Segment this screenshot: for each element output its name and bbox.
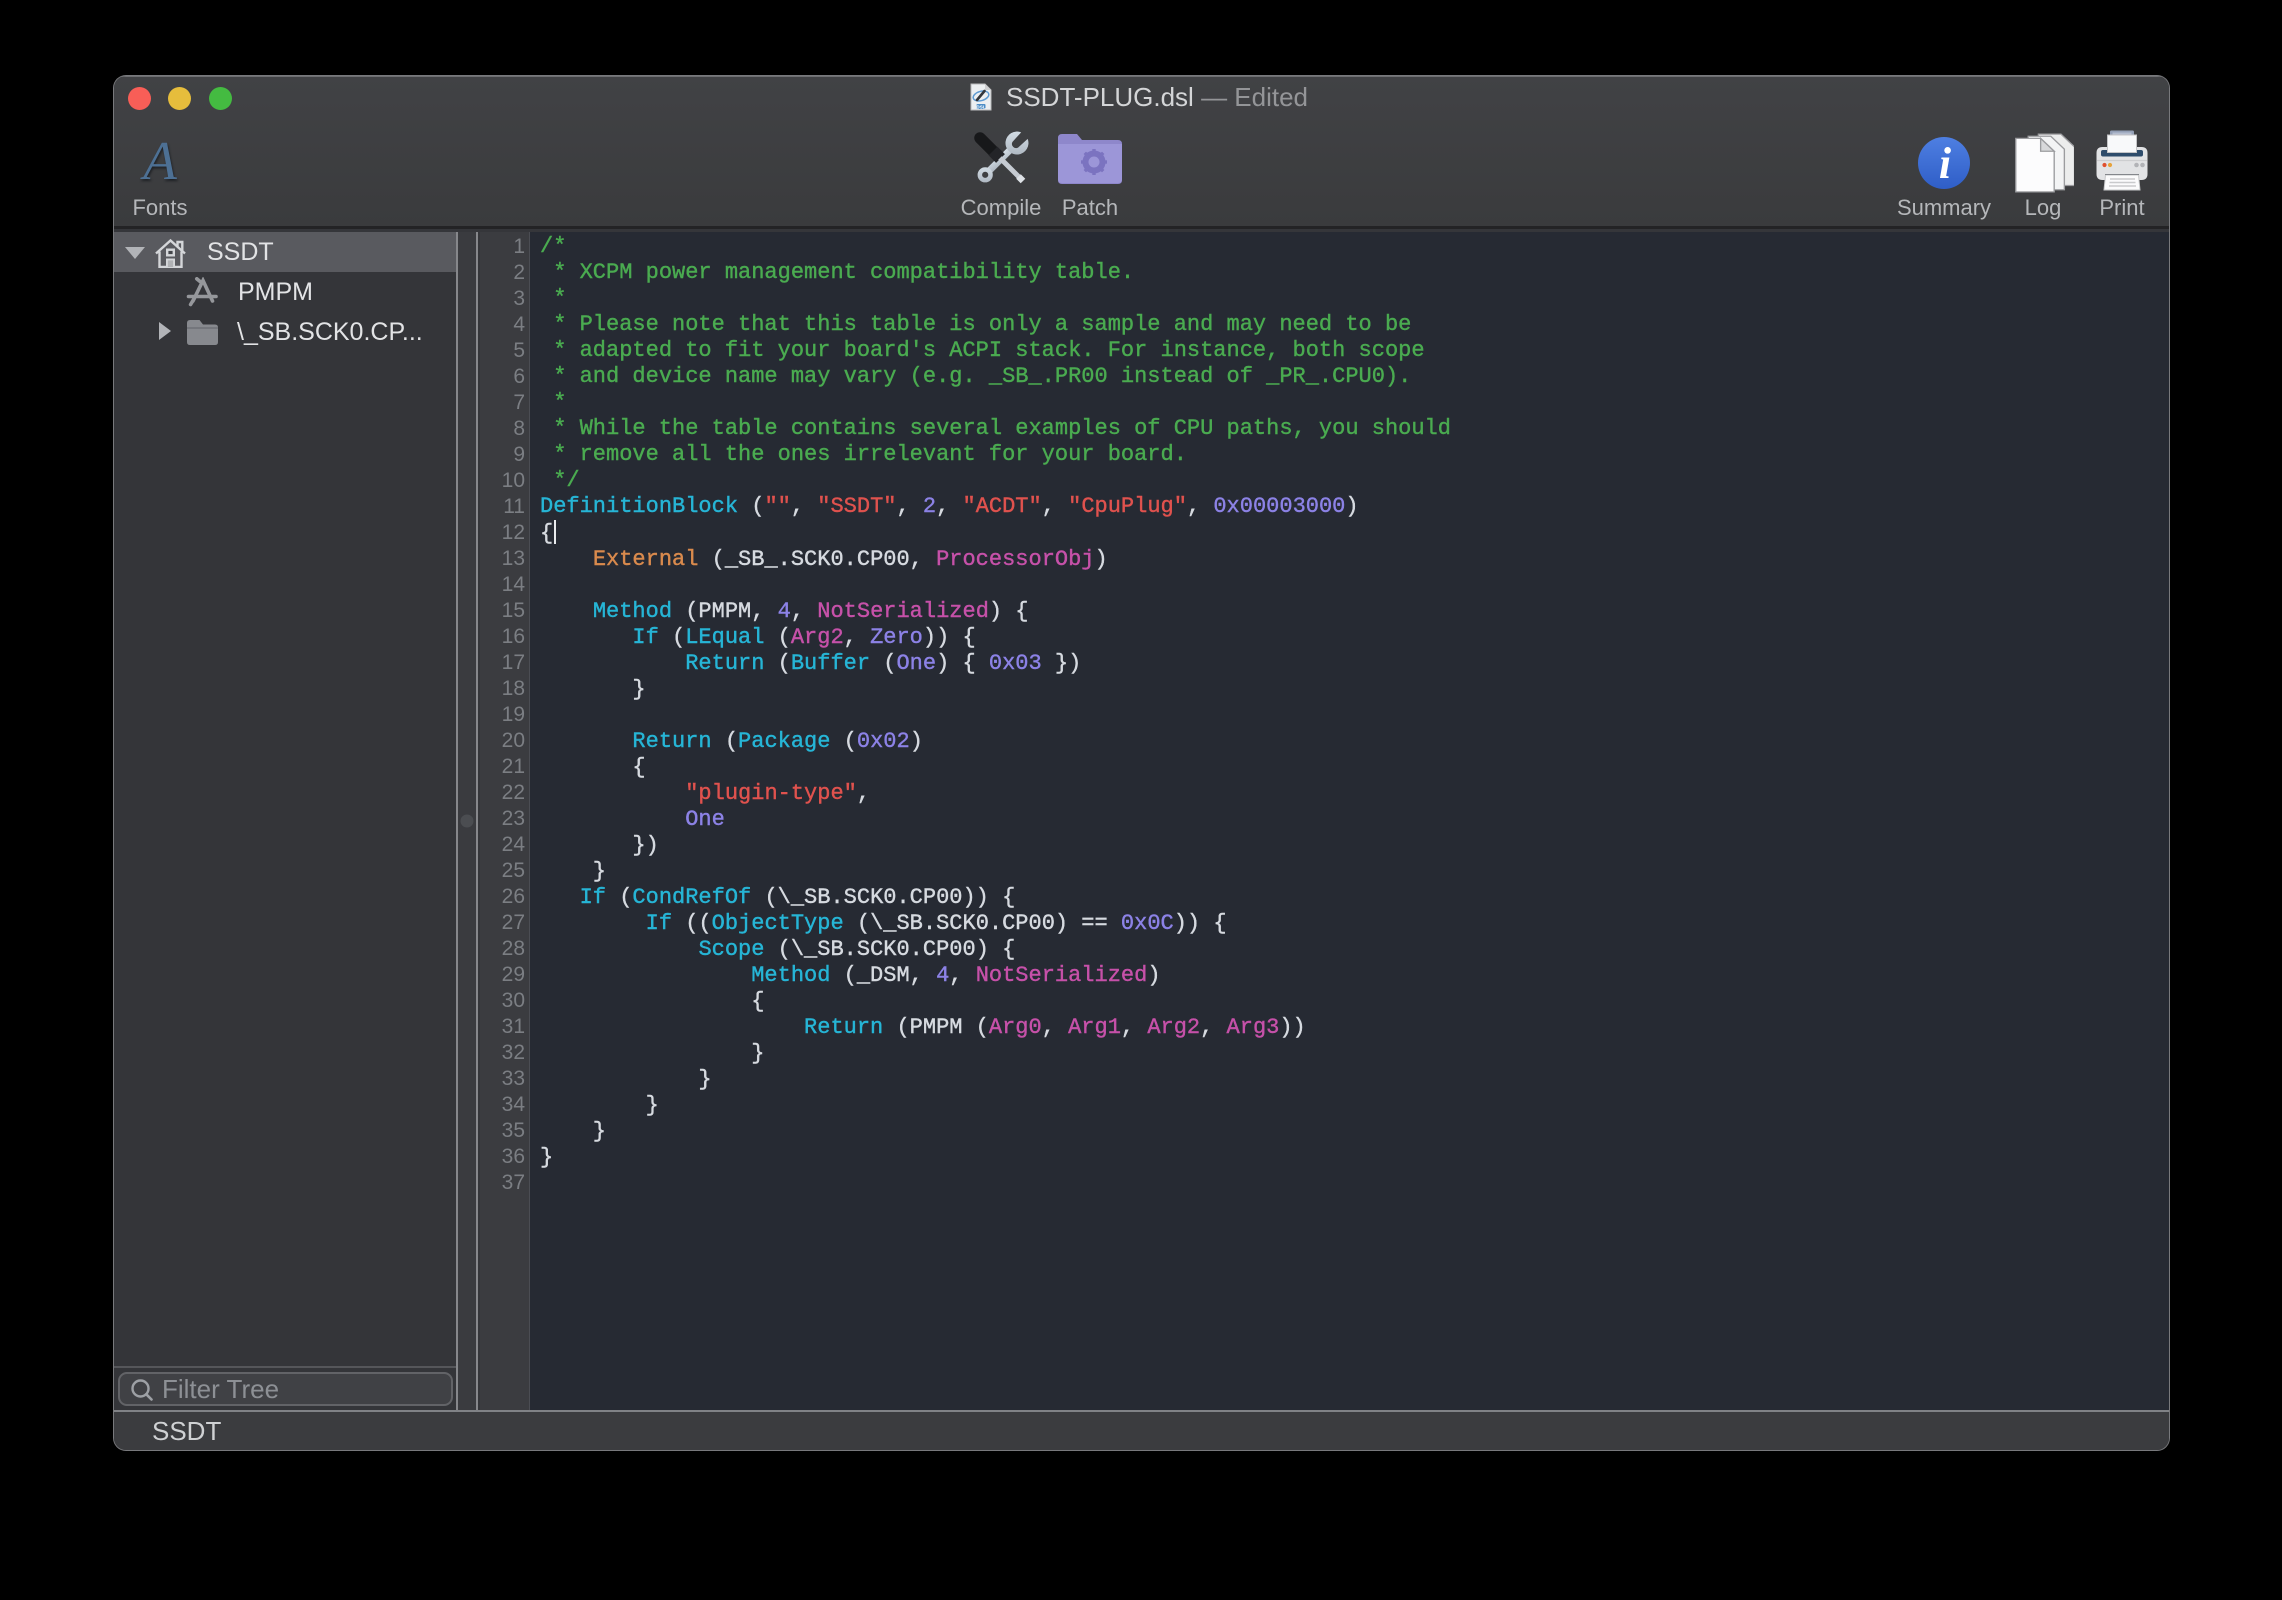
svg-text:DSL: DSL (976, 104, 985, 109)
svg-text:i: i (1939, 139, 1952, 188)
svg-text:A: A (139, 137, 177, 187)
